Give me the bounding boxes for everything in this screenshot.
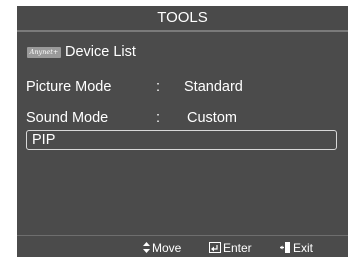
anynet-logo: Anynet+	[27, 47, 61, 58]
enter-icon	[209, 242, 221, 254]
up-down-arrows-icon	[143, 242, 150, 254]
device-list-label: Device List	[65, 44, 136, 60]
menu-item-device-list[interactable]: Anynet+ Device List	[26, 41, 338, 63]
exit-hint: Exit	[280, 237, 313, 257]
button-hint-bar: Move Enter Exit	[17, 237, 348, 257]
enter-hint-label: Enter	[223, 240, 252, 255]
enter-hint: Enter	[209, 237, 252, 257]
pip-label: PIP	[32, 132, 56, 148]
tools-menu-title: TOOLS	[17, 6, 348, 30]
menu-item-pip[interactable]: PIP	[26, 130, 337, 150]
sound-mode-value: Custom	[187, 110, 237, 126]
picture-mode-label: Picture Mode	[26, 79, 112, 95]
exit-icon	[280, 242, 291, 254]
picture-mode-separator: :	[156, 79, 161, 95]
tools-menu-panel: TOOLS Anynet+ Device List Picture Mode :…	[17, 6, 348, 257]
header-divider	[17, 30, 348, 32]
picture-mode-value: Standard	[184, 79, 243, 95]
sound-mode-separator: :	[156, 110, 161, 126]
move-hint-label: Move	[152, 240, 182, 255]
move-hint: Move	[143, 237, 181, 257]
sound-mode-label: Sound Mode	[26, 110, 109, 126]
exit-hint-label: Exit	[293, 240, 314, 255]
footer-divider	[17, 235, 348, 236]
menu-item-sound-mode[interactable]: Sound Mode : Custom	[26, 107, 338, 129]
menu-item-picture-mode[interactable]: Picture Mode : Standard	[26, 76, 338, 98]
